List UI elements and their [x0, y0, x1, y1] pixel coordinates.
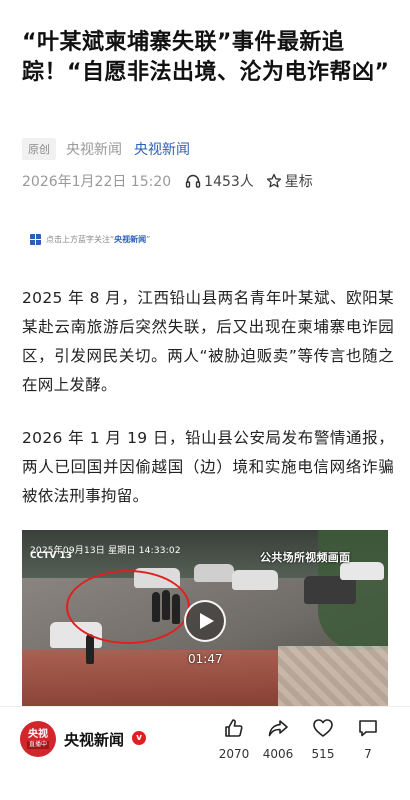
video-caption: 公共场所视频画面	[260, 551, 351, 564]
comment-bubble-icon	[357, 717, 379, 743]
share-button[interactable]: 4006	[258, 717, 298, 761]
video-duration: 01:47	[188, 652, 223, 666]
video-person	[86, 634, 94, 664]
avatar-logo: 央视	[28, 729, 48, 740]
paragraph-1: 2025 年 8 月，江西铅山县两名青年叶某斌、欧阳某某赴云南旅游后突然失联，后…	[22, 289, 394, 394]
share-count: 4006	[262, 747, 294, 761]
play-icon[interactable]	[184, 600, 226, 642]
meta-row: 2026年1月22日 15:20 1453人 星标	[22, 171, 313, 191]
video-player[interactable]: 2025年09月13日 星期日 14:33:02 CCTV 13 公共场所视频画…	[22, 530, 388, 706]
thumbs-up-icon	[223, 717, 245, 743]
star-button[interactable]: 星标	[285, 171, 313, 191]
heart-icon	[312, 717, 334, 743]
source-row: 原创 央视新闻 央视新闻	[22, 138, 190, 160]
star-icon[interactable]	[266, 173, 282, 189]
banner-brand: 央视新闻	[114, 234, 147, 244]
follow-banner[interactable]: 点击上方蓝字关注“ 央视新闻”	[30, 232, 150, 246]
live-badge: 直播中	[26, 741, 49, 749]
publish-date: 2026年1月22日 15:20	[22, 174, 172, 190]
bottom-action-bar: 央视 直播中 央视新闻 v 2070 4006 515 7	[0, 706, 410, 800]
account-name[interactable]: 央视新闻	[64, 729, 124, 750]
video-scene-sidewalk	[278, 646, 388, 706]
original-tag: 原创	[22, 138, 56, 160]
article-content: “叶某斌柬埔寨失联”事件最新追踪！“自愿非法出境、沦为电诈帮凶” 原创 央视新闻…	[0, 0, 410, 706]
video-car	[194, 564, 234, 582]
grid-icon	[30, 233, 41, 245]
listen-count[interactable]: 1453人	[204, 171, 254, 191]
highlight-circle	[66, 570, 190, 644]
comment-count: 7	[364, 747, 372, 761]
account-link[interactable]: 央视新闻	[134, 139, 190, 159]
comment-button[interactable]: 7	[348, 717, 388, 761]
video-source: CCTV 13	[30, 551, 72, 561]
like-count: 2070	[218, 747, 250, 761]
headphones-icon[interactable]	[185, 173, 201, 189]
paragraph-2: 2026 年 1 月 19 日，铅山县公安局发布警情通报，两人已回国并因偷越国（…	[22, 429, 394, 505]
avatar[interactable]: 央视 直播中	[20, 721, 56, 757]
share-arrow-icon	[267, 717, 289, 743]
author-name: 央视新闻	[66, 142, 122, 158]
banner-prefix: 点击上方蓝字关注“	[46, 234, 115, 244]
like-button[interactable]: 2070	[214, 717, 254, 761]
video-car	[232, 570, 278, 590]
favorite-button[interactable]: 515	[303, 717, 343, 761]
verified-badge: v	[132, 731, 146, 745]
banner-suffix: ”	[146, 234, 151, 244]
article-title: “叶某斌柬埔寨失联”事件最新追踪！“自愿非法出境、沦为电诈帮凶”	[22, 30, 390, 85]
favorite-count: 515	[311, 747, 335, 761]
video-car	[304, 576, 356, 604]
